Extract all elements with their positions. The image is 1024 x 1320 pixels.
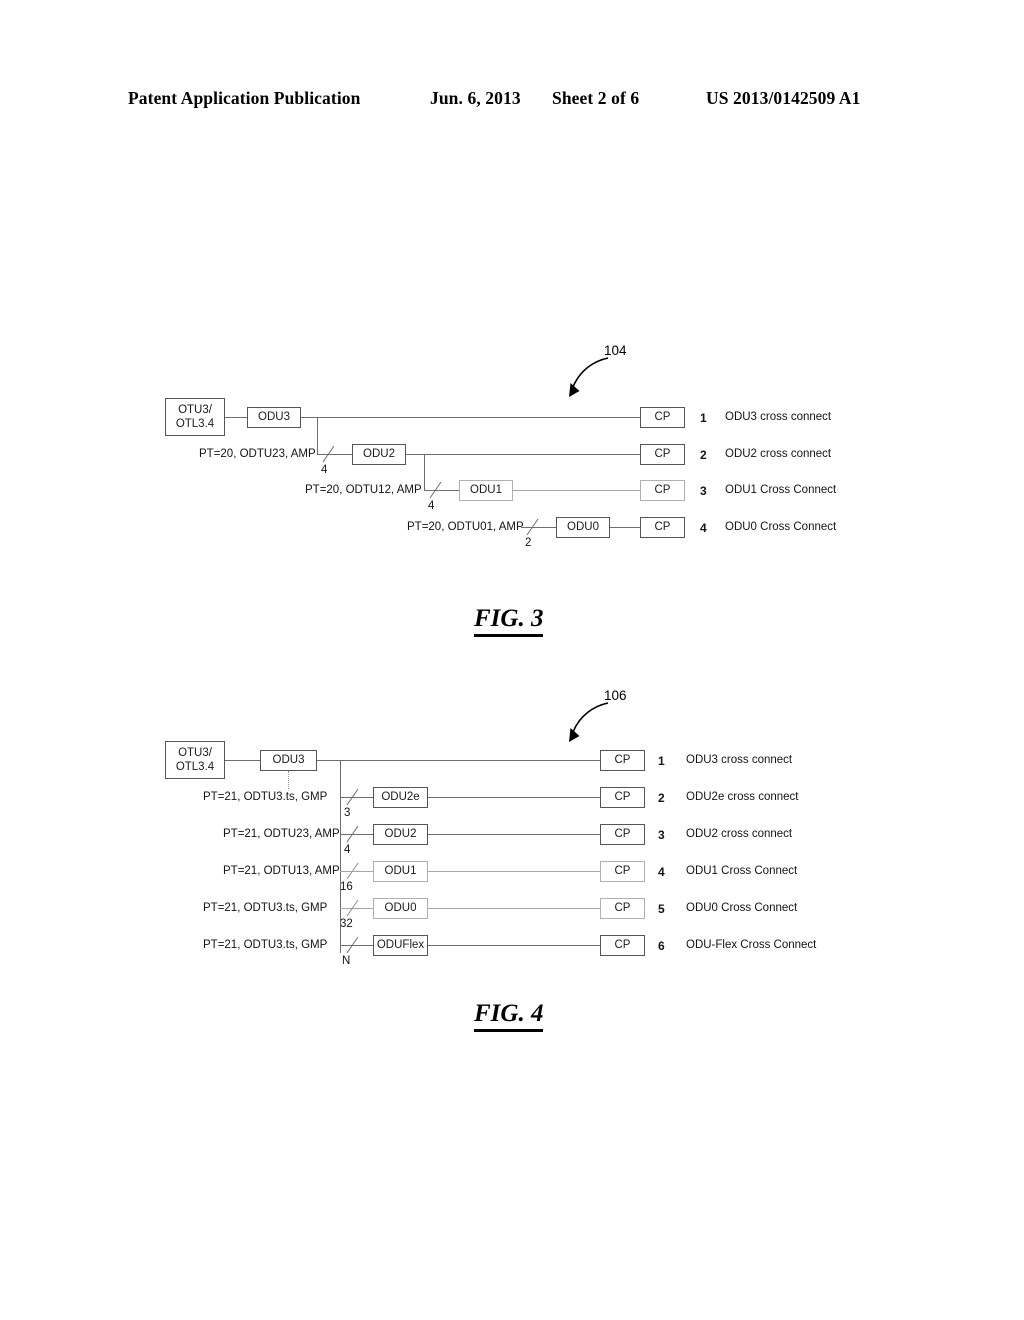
header-publication-title: Patent Application Publication	[128, 88, 361, 108]
node-odu2: ODU2	[352, 444, 406, 465]
node-odu0: ODU0	[556, 517, 610, 538]
multiplicity-tick-4	[344, 899, 362, 917]
node-odu3: ODU3	[247, 407, 301, 428]
multiplicity-label-3: 16	[340, 881, 353, 893]
link-source-to-odu3	[225, 417, 247, 418]
mapping-label-2: PT=20, ODTU12, AMP	[305, 484, 422, 496]
header-patent-number: US 2013/0142509 A1	[706, 88, 861, 108]
cp-box-6: CP	[600, 935, 645, 956]
row-description-2: ODU2 cross connect	[725, 448, 832, 460]
multiplicity-tick-2	[344, 825, 362, 843]
link-odu3-to-cp1	[317, 760, 600, 761]
link-source-to-odu3	[225, 760, 260, 761]
header-sheet-number: Sheet 2 of 6	[552, 88, 640, 108]
node-odu0: ODU0	[373, 898, 428, 919]
multiplicity-tick-3	[524, 518, 542, 536]
row-description-4: ODU0 Cross Connect	[725, 521, 837, 533]
row-description-4: ODU1 Cross Connect	[686, 865, 798, 877]
row-index-5: 5	[658, 902, 665, 916]
mapping-label-3: PT=21, ODTU13, AMP	[223, 865, 340, 877]
row-description-2: ODU2e cross connect	[686, 791, 799, 803]
page-header: Patent Application Publication Jun. 6, 2…	[0, 88, 1024, 114]
cp-box-4: CP	[600, 861, 645, 882]
cp-box-5: CP	[600, 898, 645, 919]
link-odu0-to-cp4	[610, 527, 640, 528]
multiplicity-tick-5	[344, 936, 362, 954]
cp-box-4: CP	[640, 517, 685, 538]
row-index-4: 4	[658, 865, 665, 879]
multiplicity-label-4: 32	[340, 918, 353, 930]
mapping-label-1: PT=20, ODTU23, AMP	[199, 448, 316, 460]
multiplicity-label-1: 3	[344, 807, 351, 819]
multiplicity-label-2: 4	[344, 844, 351, 856]
reference-leader-arrow-106	[560, 695, 630, 747]
row-index-2: 2	[658, 791, 665, 805]
row-description-1: ODU3 cross connect	[686, 754, 793, 766]
row-description-1: ODU3 cross connect	[725, 411, 832, 423]
mapping-label-4: PT=21, ODTU3.ts, GMP	[203, 902, 328, 914]
row-index-1: 1	[700, 411, 707, 425]
link-odu1-to-cp3	[513, 490, 640, 491]
node-odu2: ODU2	[373, 824, 428, 845]
cp-box-2: CP	[600, 787, 645, 808]
row-index-1: 1	[658, 754, 665, 768]
mapping-label-5: PT=21, ODTU3.ts, GMP	[203, 939, 328, 951]
link-oduflex-to-cp6	[428, 945, 600, 946]
source-box-line-2: OTL3.4	[175, 761, 215, 773]
node-odu3: ODU3	[260, 750, 317, 771]
source-box-line-1: OTU3/	[178, 746, 212, 759]
row-index-2: 2	[700, 448, 707, 462]
figure-4-caption: FIG. 4	[474, 1000, 544, 1032]
figure-3-diagram: 104 OTU3/ OTL3.4 ODU3 CP 1 ODU3 cross co…	[0, 330, 1024, 580]
link-odu2e-to-cp2	[428, 797, 600, 798]
row-index-6: 6	[658, 939, 665, 953]
row-description-3: ODU2 cross connect	[686, 828, 793, 840]
header-publication-date: Jun. 6, 2013	[430, 88, 521, 108]
multiplicity-tick-1	[320, 445, 338, 463]
row-description-3: ODU1 Cross Connect	[725, 484, 837, 496]
row-index-3: 3	[658, 828, 665, 842]
cp-box-3: CP	[640, 480, 685, 501]
source-box-line-2: OTL3.4	[175, 418, 215, 430]
mapping-label-2: PT=21, ODTU23, AMP	[223, 828, 340, 840]
cp-box-1: CP	[600, 750, 645, 771]
row-description-5: ODU0 Cross Connect	[686, 902, 798, 914]
row-description-6: ODU-Flex Cross Connect	[686, 939, 817, 951]
branch-spine-odu2	[424, 454, 425, 490]
figure-4: 106 OTU3/ OTL3.4 ODU3 CP 1 ODU3 cross co…	[0, 675, 1024, 1045]
cp-box-3: CP	[600, 824, 645, 845]
source-box-otu3-otl34: OTU3/ OTL3.4	[165, 741, 225, 779]
cp-box-2: CP	[640, 444, 685, 465]
node-odu1: ODU1	[373, 861, 428, 882]
branch-spine-odu3	[317, 417, 318, 454]
link-odu2-to-cp3	[428, 834, 600, 835]
multiplicity-tick-2	[427, 481, 445, 499]
multiplicity-label-2: 4	[428, 500, 435, 512]
node-oduflex: ODUFlex	[373, 935, 428, 956]
figure-4-diagram: 106 OTU3/ OTL3.4 ODU3 CP 1 ODU3 cross co…	[0, 675, 1024, 985]
multiplicity-tick-3	[344, 862, 362, 880]
multiplicity-tick-1	[344, 788, 362, 806]
dotted-drop-from-odu3	[288, 771, 289, 789]
reference-leader-arrow-104	[560, 350, 630, 402]
mapping-label-1: PT=21, ODTU3.ts, GMP	[203, 791, 328, 803]
figure-3-caption: FIG. 3	[474, 605, 544, 637]
mapping-label-3: PT=20, ODTU01, AMP	[407, 521, 524, 533]
figure-3: 104 OTU3/ OTL3.4 ODU3 CP 1 ODU3 cross co…	[0, 330, 1024, 637]
source-box-otu3-otl34: OTU3/ OTL3.4	[165, 398, 225, 436]
source-box-line-1: OTU3/	[178, 403, 212, 416]
multiplicity-label-3: 2	[525, 537, 532, 549]
node-odu2e: ODU2e	[373, 787, 428, 808]
row-index-3: 3	[700, 484, 707, 498]
link-odu2-to-cp2	[406, 454, 640, 455]
multiplicity-label-5: N	[342, 955, 351, 967]
link-odu3-to-cp1	[301, 417, 640, 418]
link-odu0-to-cp5	[428, 908, 600, 909]
row-index-4: 4	[700, 521, 707, 535]
node-odu1: ODU1	[459, 480, 513, 501]
cp-box-1: CP	[640, 407, 685, 428]
multiplicity-label-1: 4	[321, 464, 328, 476]
link-odu1-to-cp4	[428, 871, 600, 872]
